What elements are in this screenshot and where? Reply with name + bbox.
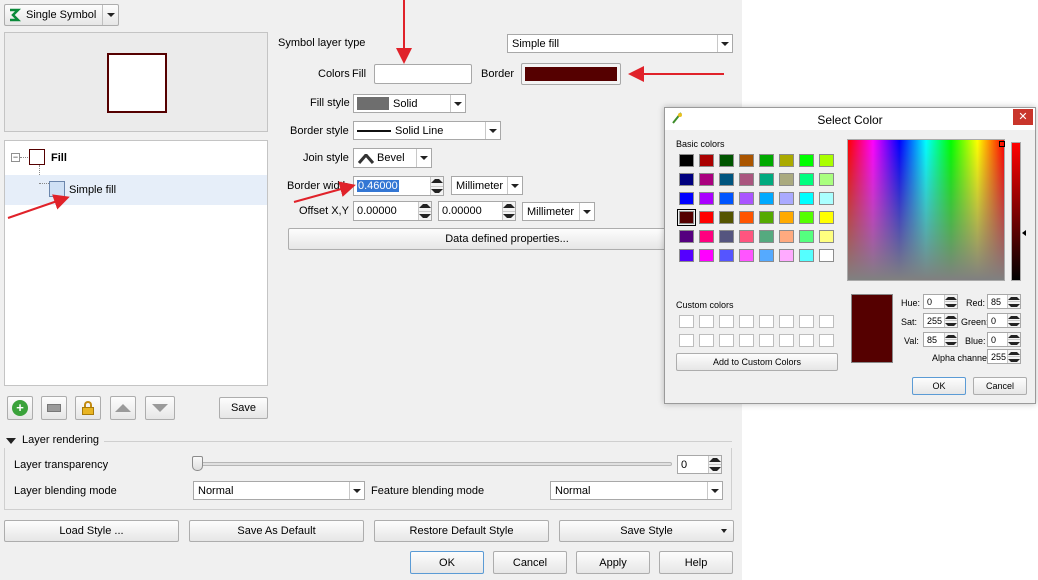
arrow-to-simple-fill <box>7 194 70 219</box>
annotation-arrows <box>7 0 724 219</box>
arrow-to-border-width <box>293 181 356 203</box>
